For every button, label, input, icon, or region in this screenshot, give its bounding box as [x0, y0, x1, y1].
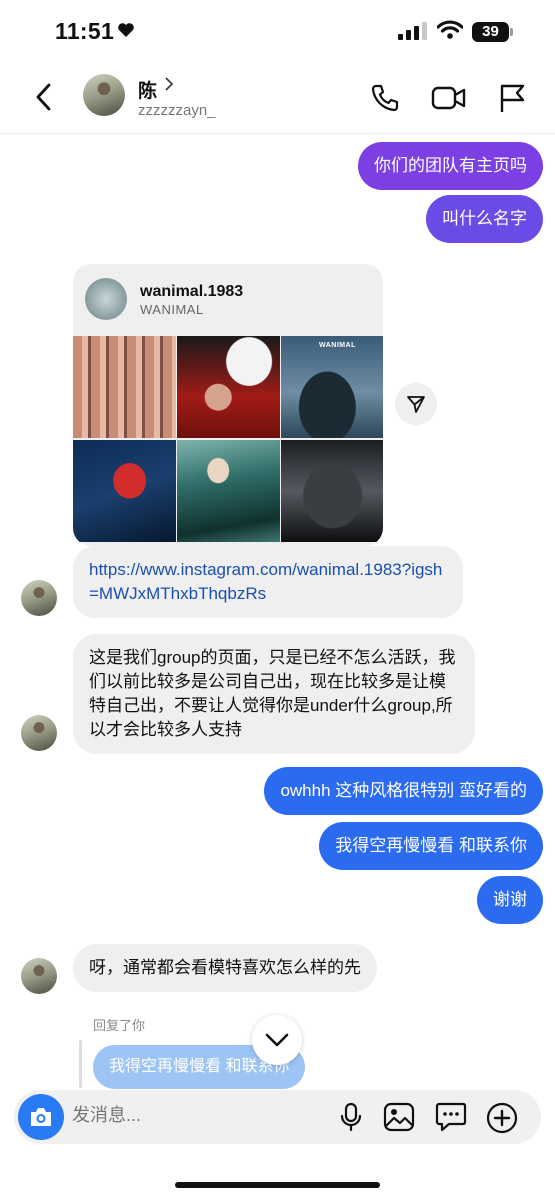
- shared-post[interactable]: wanimal.1983 WANIMAL WANIMAL: [73, 264, 383, 546]
- post-thumbnail[interactable]: [281, 440, 383, 542]
- contact-username: zzzzzzayn_: [138, 102, 216, 119]
- sent-message[interactable]: 叫什么名字: [426, 195, 543, 243]
- sent-message[interactable]: owhhh 这种风格很特别 蛮好看的: [264, 767, 543, 815]
- contact-name[interactable]: 陈: [138, 76, 157, 103]
- battery-percent: 39: [482, 23, 499, 40]
- reply-divider: [79, 1040, 82, 1088]
- flag-icon[interactable]: [497, 82, 527, 119]
- chevron-down-icon: [265, 1033, 289, 1047]
- post-thumbnail[interactable]: WANIMAL: [281, 336, 383, 438]
- video-icon[interactable]: [431, 82, 467, 119]
- post-thumbnail[interactable]: [73, 336, 176, 438]
- sent-message[interactable]: 你们的团队有主页吗: [358, 142, 543, 190]
- camera-icon[interactable]: [18, 1094, 64, 1140]
- post-thumbnail[interactable]: [177, 336, 280, 438]
- post-image-grid[interactable]: WANIMAL: [73, 336, 383, 542]
- signal-icon: [398, 22, 428, 45]
- post-thumbnail[interactable]: [73, 440, 176, 542]
- sender-avatar[interactable]: [21, 580, 57, 616]
- received-message[interactable]: 呀，通常都会看模特喜欢怎么样的先: [73, 944, 377, 992]
- sender-avatar[interactable]: [21, 715, 57, 751]
- thumbnail-watermark: WANIMAL: [319, 342, 356, 349]
- reply-label: 回复了你: [93, 1018, 146, 1033]
- scroll-down-button[interactable]: [252, 1015, 302, 1065]
- home-indicator: [175, 1182, 380, 1188]
- post-subtitle: WANIMAL: [140, 302, 204, 317]
- sent-message[interactable]: 谢谢: [477, 876, 543, 924]
- share-icon[interactable]: [395, 383, 437, 425]
- message-composer: [14, 1090, 541, 1144]
- sender-avatar[interactable]: [21, 958, 57, 994]
- sent-message[interactable]: 我得空再慢慢看 和联系你: [319, 822, 543, 870]
- heart-icon: [117, 22, 135, 43]
- add-icon[interactable]: [486, 1102, 518, 1139]
- chevron-right-icon[interactable]: [164, 76, 174, 97]
- microphone-icon[interactable]: [339, 1102, 363, 1137]
- post-avatar: [85, 278, 127, 320]
- phone-icon[interactable]: [369, 82, 401, 119]
- link-message[interactable]: https://www.instagram.com/wanimal.1983?i…: [73, 546, 463, 618]
- post-username: wanimal.1983: [140, 283, 244, 300]
- message-input[interactable]: [72, 1105, 304, 1126]
- contact-avatar[interactable]: [83, 74, 125, 116]
- back-icon[interactable]: [34, 82, 54, 117]
- sticker-icon[interactable]: [435, 1102, 467, 1137]
- chat-header: 陈 zzzzzzayn_: [0, 62, 555, 134]
- wifi-icon: [436, 20, 464, 45]
- battery-indicator: 39: [472, 22, 514, 42]
- post-thumbnail[interactable]: [177, 440, 280, 542]
- status-time: 11:51: [55, 18, 115, 44]
- status-bar: 11:51 39: [0, 0, 555, 62]
- gallery-icon[interactable]: [383, 1102, 415, 1137]
- received-message[interactable]: 这是我们group的页面，只是已经不怎么活跃，我们以前比较多是公司自己出，现在比…: [73, 634, 475, 754]
